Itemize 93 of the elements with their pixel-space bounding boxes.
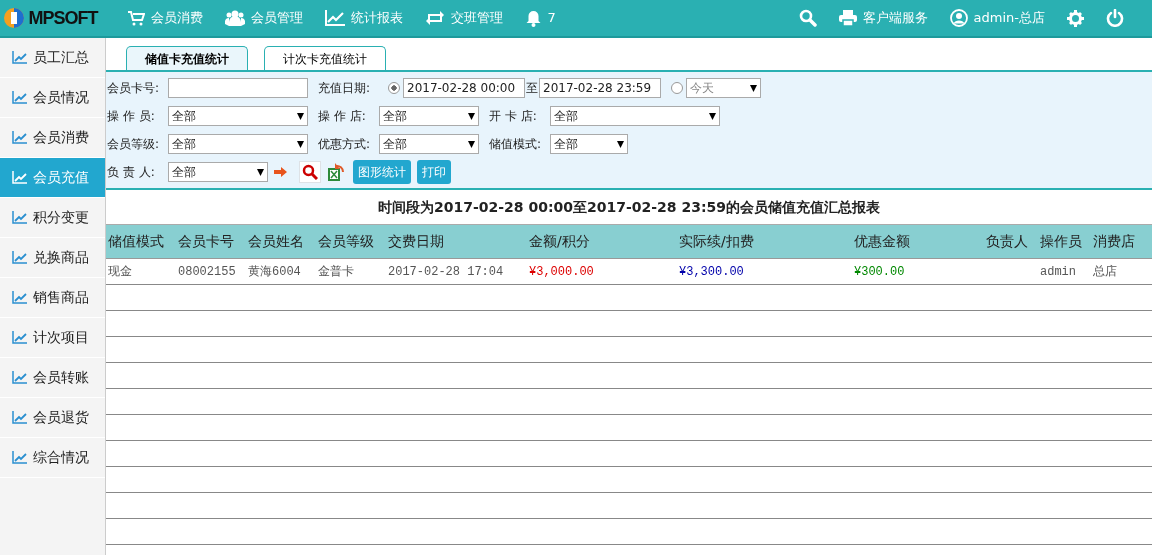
column-header: 操作员: [1039, 232, 1083, 251]
select-field[interactable]: 全部: [168, 106, 308, 126]
caret-icon: [297, 112, 304, 120]
bell-icon: [524, 9, 542, 27]
sidebar-item[interactable]: 员工汇总: [0, 38, 105, 78]
chart-icon: [12, 171, 27, 184]
table-cell-text: 08002155: [177, 263, 237, 281]
column-header: 储值模式: [107, 232, 165, 251]
field-label: 开 卡 店:: [489, 108, 538, 125]
field-label: 优惠方式:: [318, 136, 372, 153]
caret-icon: [709, 112, 716, 120]
report-title: 时间段为2017-02-28 00:00至2017-02-28 23:59的会员储值充值汇总报表: [377, 198, 881, 217]
range-separator: 至: [525, 80, 539, 97]
column-header: 负责人: [985, 232, 1029, 251]
select-field[interactable]: 全部: [550, 134, 628, 154]
sidebar-item[interactable]: 兑换商品: [0, 238, 105, 278]
radio-button[interactable]: [671, 82, 683, 94]
settings-icon: [1067, 9, 1084, 27]
search-button[interactable]: [299, 161, 321, 183]
sidebar-item[interactable]: 销售商品: [0, 278, 105, 318]
column-header: 消费店: [1092, 232, 1136, 251]
caret-icon: [468, 112, 475, 120]
column-header: 会员卡号: [177, 232, 235, 251]
radio-button[interactable]: [388, 82, 400, 94]
chart-icon: [12, 91, 27, 104]
chart-icon: [12, 371, 27, 384]
date-field[interactable]: 2017-02-28 00:00: [403, 78, 525, 98]
table-cell-text: ¥3,300.00: [678, 263, 745, 281]
chart-icon: [12, 211, 27, 224]
field-label: 会员卡号:: [107, 80, 161, 97]
field-label: 负 责 人:: [107, 164, 156, 181]
caret-icon: [257, 168, 264, 176]
field-label: 操 作 店:: [318, 108, 367, 125]
chart-icon: [12, 131, 27, 144]
select-field[interactable]: 全部: [379, 134, 479, 154]
swap-icon: [424, 10, 445, 26]
logo-text: MPSOFT: [28, 6, 98, 30]
power-button[interactable]: [1106, 9, 1124, 27]
tab[interactable]: 计次卡充值统计: [264, 46, 386, 70]
column-header: 会员等级: [317, 232, 375, 251]
arrow-icon: [274, 167, 287, 177]
field-label: 储值模式:: [489, 136, 543, 153]
chart-icon: [324, 10, 345, 26]
printer-icon: [838, 10, 857, 26]
chart-icon: [12, 331, 27, 344]
select-field[interactable]: 今天: [686, 78, 761, 98]
column-header: 交费日期: [387, 232, 445, 251]
search-button[interactable]: [798, 9, 817, 27]
cart-icon: [127, 10, 145, 26]
caret-icon: [297, 140, 304, 148]
sidebar-item[interactable]: 计次项目: [0, 318, 105, 358]
sidebar-item[interactable]: 综合情况: [0, 438, 105, 478]
table-cell-text: ¥300.00: [853, 263, 906, 281]
select-field[interactable]: 全部: [168, 134, 308, 154]
caret-icon: [750, 84, 757, 92]
users-icon: [224, 10, 245, 26]
field-label: 会员等级:: [107, 136, 161, 153]
search-icon: [798, 9, 817, 27]
column-header: 实际续/扣费: [678, 232, 755, 251]
input-field[interactable]: [168, 78, 308, 98]
column-header: 会员姓名: [247, 232, 305, 251]
chart-icon: [12, 251, 27, 264]
table-cell-text: 总店: [1092, 263, 1118, 281]
select-field[interactable]: 全部: [168, 162, 268, 182]
chart-icon: [12, 451, 27, 464]
select-field[interactable]: 全部: [379, 106, 479, 126]
sidebar-item[interactable]: 会员退货: [0, 398, 105, 438]
column-header: 金额/积分: [528, 232, 591, 251]
table-cell-text: 2017-02-28 17:04: [387, 263, 505, 281]
chart-icon: [12, 411, 27, 424]
select-field[interactable]: 全部: [550, 106, 720, 126]
chart-icon: [12, 51, 27, 64]
table-cell-text: ¥3,000.00: [528, 263, 595, 281]
power-icon: [1106, 9, 1124, 27]
field-label: 充值日期:: [318, 80, 372, 97]
export-button[interactable]: [327, 162, 347, 182]
sidebar-item[interactable]: 会员情况: [0, 78, 105, 118]
logo-icon: [3, 6, 26, 30]
table-cell-text: 现金: [107, 263, 133, 281]
caret-icon: [468, 140, 475, 148]
chart-icon: [12, 291, 27, 304]
tab[interactable]: 储值卡充值统计: [126, 46, 248, 70]
column-header: 优惠金额: [853, 232, 911, 251]
user-icon: [949, 9, 968, 27]
date-field[interactable]: 2017-02-28 23:59: [539, 78, 661, 98]
field-label: 操 作 员:: [107, 108, 156, 125]
table-cell-text: admin: [1039, 263, 1077, 281]
table-cell-text: 金普卡: [317, 263, 355, 281]
table-cell-text: 黄海6004: [247, 263, 302, 281]
sidebar-item[interactable]: 积分变更: [0, 198, 105, 238]
sidebar-item[interactable]: 会员转账: [0, 358, 105, 398]
settings-button[interactable]: [1067, 9, 1084, 27]
caret-icon: [617, 140, 624, 148]
